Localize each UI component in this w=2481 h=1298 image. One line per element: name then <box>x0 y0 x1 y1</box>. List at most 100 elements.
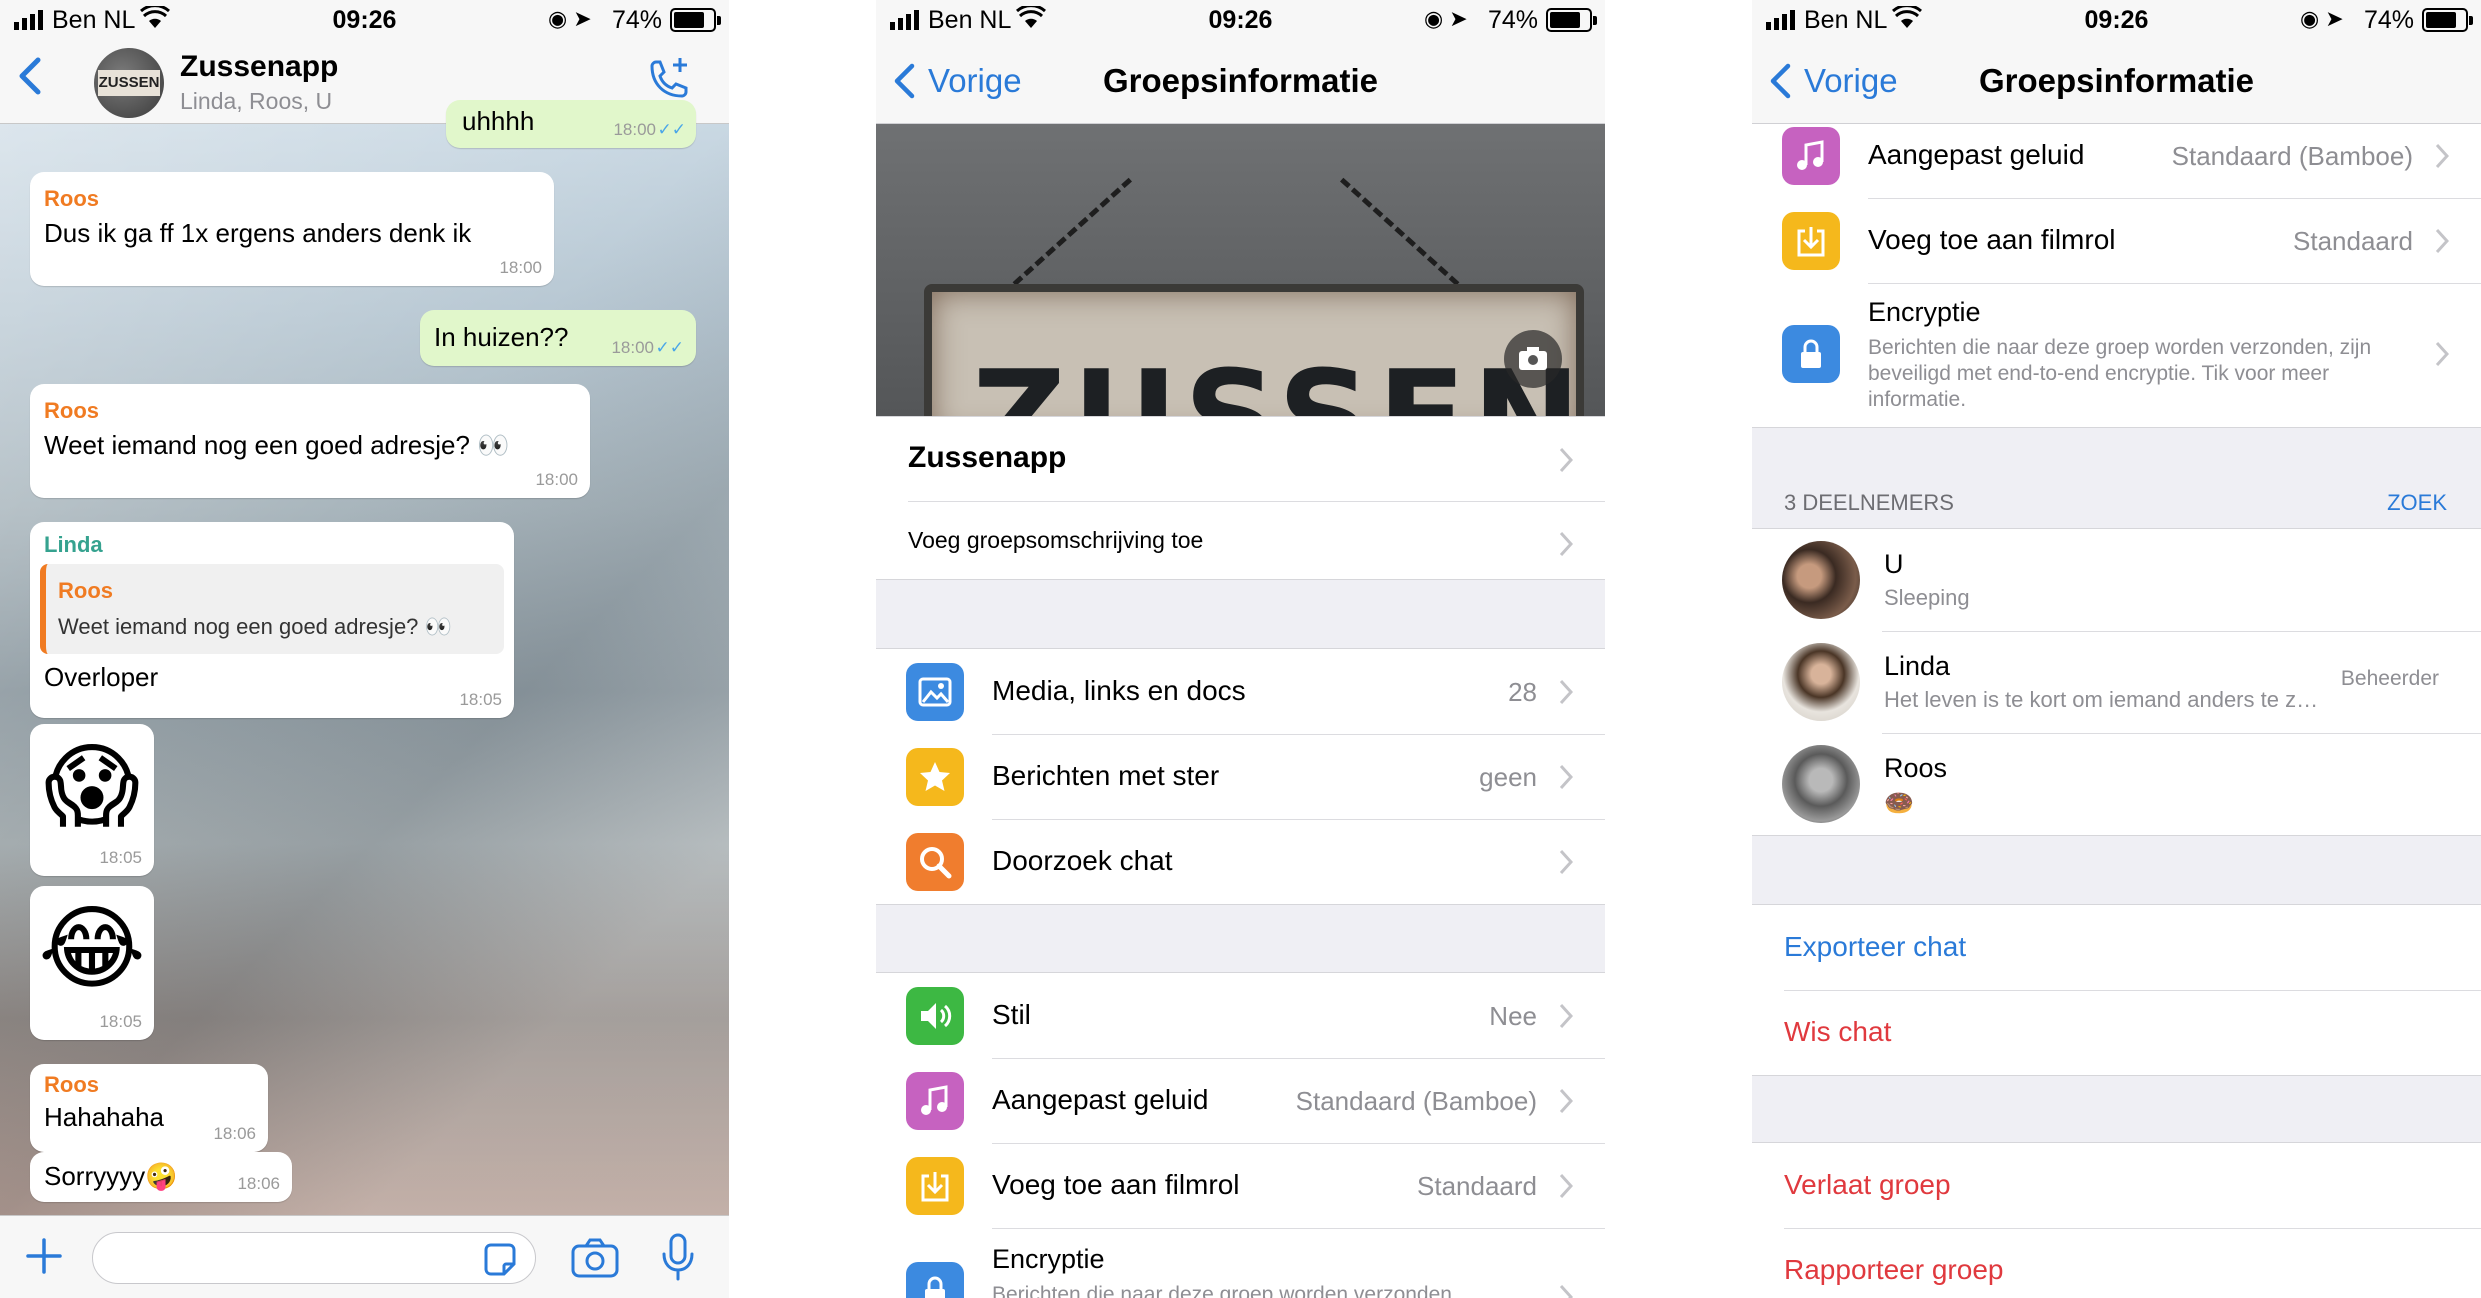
message-bubble-incoming[interactable]: Roos Weet iemand nog een goed adresje? 👀… <box>30 384 590 498</box>
message-time: 18:05 <box>99 1012 142 1031</box>
custom-sound-label: Aangepast geluid <box>992 1084 1209 1115</box>
clear-chat-button[interactable]: Wis chat <box>1784 1016 1891 1048</box>
save-value: Standaard <box>2293 226 2413 256</box>
microphone-icon[interactable] <box>660 1232 696 1282</box>
export-chat-row[interactable]: Exporteer chat <box>1752 905 2481 990</box>
mute-value: Nee <box>1489 1001 1537 1031</box>
group-avatar[interactable]: ZUSSEN <box>94 48 164 118</box>
battery-percentage: 74% <box>1488 6 1539 34</box>
lock-icon <box>1782 325 1840 383</box>
sticker-icon[interactable] <box>480 1240 520 1280</box>
chevron-right-icon <box>1559 1088 1573 1114</box>
save-label: Voeg toe aan filmrol <box>1868 224 2116 255</box>
add-description-label: Voeg groepsomschrijving toe <box>908 527 1204 553</box>
chat-members[interactable]: Linda, Roos, U <box>180 88 332 115</box>
group-name-row[interactable]: Zussenapp <box>876 417 1605 501</box>
participant-name: Linda <box>1884 651 1951 681</box>
save-to-camera-roll-row[interactable]: Voeg toe aan filmrol Standaard <box>1752 198 2481 283</box>
chat-title[interactable]: Zussenapp <box>180 50 338 84</box>
message-sender: Linda <box>44 532 103 557</box>
custom-sound-value: Standaard (Bamboe) <box>1295 1086 1537 1116</box>
encryption-row[interactable]: Encryptie Berichten die naar deze groep … <box>876 1228 1605 1298</box>
save-to-camera-roll-row[interactable]: Voeg toe aan filmrol Standaard <box>876 1143 1605 1228</box>
message-bubble-outgoing[interactable]: In huizen?? 18:00 ✓✓ <box>420 310 696 366</box>
chevron-right-icon <box>1559 849 1573 875</box>
search-chat-row[interactable]: Doorzoek chat <box>876 819 1605 904</box>
battery-fill <box>1550 12 1580 28</box>
encryption-description: Berichten die naar deze groep worden ver… <box>992 1283 1452 1298</box>
chevron-right-icon <box>1559 679 1573 705</box>
message-bubble-emoji[interactable]: 😂 18:05 <box>30 886 154 1040</box>
download-icon <box>1782 212 1840 270</box>
starred-messages-row[interactable]: Berichten met ster geen <box>876 734 1605 819</box>
participant-row[interactable]: Roos 🍩 <box>1752 733 2481 835</box>
message-bubble-incoming[interactable]: Sorryyyy🤪 18:06 <box>30 1152 292 1202</box>
message-bubble-outgoing[interactable]: uhhhh 18:00 ✓✓ <box>446 100 696 148</box>
message-time: 18:06 <box>213 1124 256 1143</box>
navigation-bar: Ben NL 09:26 ◉ ➤ 74% Vorige Groepsinform… <box>876 0 1605 124</box>
participant-status: Sleeping <box>1884 585 1970 610</box>
participant-row[interactable]: Linda Het leven is te kort om iemand and… <box>1752 631 2481 733</box>
media-section: Media, links en docs 28 Berichten met st… <box>876 648 1605 905</box>
sign-text: ZUSSEN <box>972 342 1587 416</box>
custom-sound-row[interactable]: Aangepast geluid Standaard (Bamboe) <box>1752 113 2481 198</box>
quoted-message[interactable]: Roos Weet iemand nog een goed adresje? 👀 <box>40 564 504 654</box>
leave-group-row[interactable]: Verlaat groep <box>1752 1143 2481 1228</box>
group-name-section: Zussenapp Voeg groepsomschrijving toe <box>876 416 1605 580</box>
avatar <box>1782 745 1860 823</box>
custom-sound-label: Aangepast geluid <box>1868 139 2085 170</box>
search-participants-link[interactable]: ZOEK <box>2387 490 2447 516</box>
battery-icon <box>670 8 721 32</box>
status-bar: Ben NL 09:26 ◉ ➤ 74% <box>0 0 729 40</box>
message-bubble-incoming[interactable]: Roos Hahahaha 18:06 <box>30 1064 268 1152</box>
message-composer <box>0 1215 729 1298</box>
battery-icon <box>2422 8 2473 32</box>
mute-row[interactable]: Stil Nee <box>876 973 1605 1058</box>
read-ticks-icon: ✓✓ <box>655 338 685 357</box>
group-info-screen-top: Ben NL 09:26 ◉ ➤ 74% Vorige Groepsinform… <box>876 0 1605 1298</box>
chevron-right-icon <box>2435 228 2449 254</box>
chevron-right-icon <box>2435 143 2449 169</box>
add-call-icon[interactable] <box>644 56 692 104</box>
battery-percentage: 74% <box>612 6 663 34</box>
music-note-icon <box>1782 127 1840 185</box>
message-time: 18:00 <box>611 338 654 357</box>
add-description-row[interactable]: Voeg groepsomschrijving toe <box>876 501 1605 579</box>
chevron-right-icon <box>1559 1284 1573 1298</box>
clear-chat-row[interactable]: Wis chat <box>1752 990 2481 1075</box>
participant-row[interactable]: U Sleeping <box>1752 529 2481 631</box>
download-icon <box>906 1157 964 1215</box>
message-time: 18:00 <box>535 470 578 489</box>
encryption-row[interactable]: Encryptie Berichten die naar deze groep … <box>1752 283 2481 427</box>
group-photo[interactable]: ZUSSEN <box>876 124 1605 416</box>
chevron-right-icon <box>1559 1173 1573 1199</box>
page-title: Groepsinformatie <box>1102 62 1379 99</box>
camera-icon[interactable] <box>570 1236 620 1280</box>
location-icon: ◉ ➤ <box>548 6 592 31</box>
group-actions-section: Verlaat groep Rapporteer groep <box>1752 1142 2481 1298</box>
media-links-docs-row[interactable]: Media, links en docs 28 <box>876 649 1605 734</box>
message-bubble-emoji[interactable]: 😱 18:05 <box>30 724 154 876</box>
export-chat-button[interactable]: Exporteer chat <box>1784 931 1966 963</box>
save-value: Standaard <box>1417 1171 1537 1201</box>
message-bubble-reply[interactable]: Linda Roos Weet iemand nog een goed adre… <box>30 522 514 718</box>
media-count: 28 <box>1508 677 1537 707</box>
battery-icon <box>1546 8 1597 32</box>
back-chevron-icon[interactable] <box>14 56 46 96</box>
location-icon: ◉ ➤ <box>1424 6 1468 31</box>
group-info-screen-bottom: Aangepast geluid Standaard (Bamboe) Voeg… <box>1752 0 2481 1298</box>
message-bubble-incoming[interactable]: Roos Dus ik ga ff 1x ergens anders denk … <box>30 172 554 286</box>
avatar-label: ZUSSEN <box>98 70 160 96</box>
message-time: 18:06 <box>237 1174 280 1193</box>
camera-icon[interactable] <box>1504 330 1562 388</box>
report-group-row[interactable]: Rapporteer groep <box>1752 1228 2481 1298</box>
message-text: Weet iemand nog een goed adresje? 👀 <box>44 430 510 460</box>
message-input[interactable] <box>92 1232 536 1284</box>
leave-group-button[interactable]: Verlaat groep <box>1784 1169 1951 1201</box>
report-group-button[interactable]: Rapporteer groep <box>1784 1254 2003 1286</box>
page-title: Groepsinformatie <box>1978 62 2255 99</box>
attach-plus-icon[interactable] <box>22 1234 66 1278</box>
custom-sound-row[interactable]: Aangepast geluid Standaard (Bamboe) <box>876 1058 1605 1143</box>
sign-plate: ZUSSEN <box>924 284 1584 416</box>
quoted-sender: Roos <box>58 578 113 603</box>
